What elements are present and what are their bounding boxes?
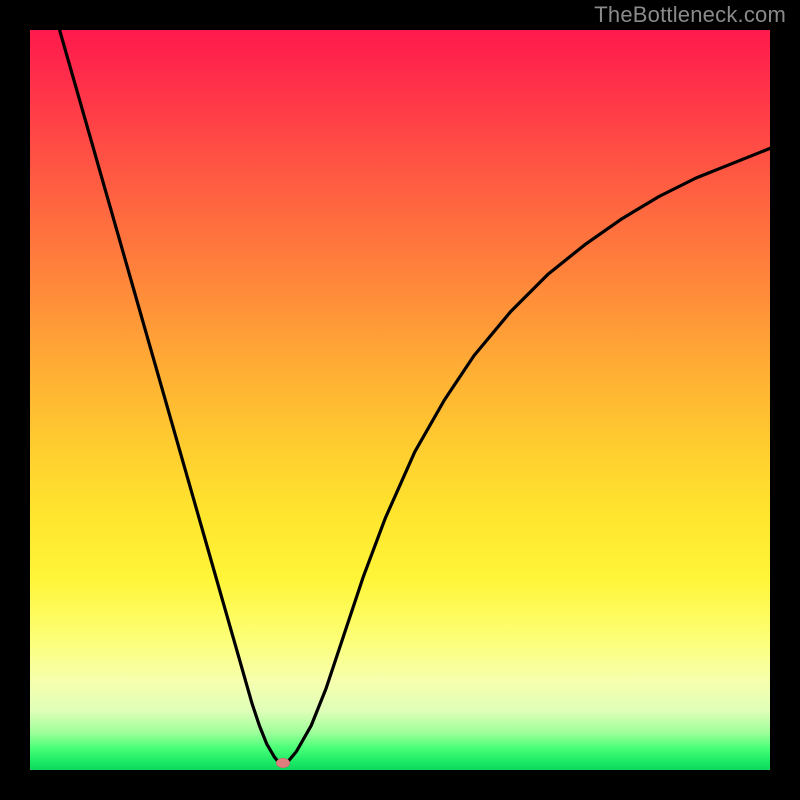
- curve-path: [60, 30, 770, 765]
- chart-frame: TheBottleneck.com: [0, 0, 800, 800]
- bottleneck-curve: [30, 30, 770, 770]
- optimum-marker: [276, 758, 290, 768]
- watermark-text: TheBottleneck.com: [594, 2, 786, 28]
- plot-area: [30, 30, 770, 770]
